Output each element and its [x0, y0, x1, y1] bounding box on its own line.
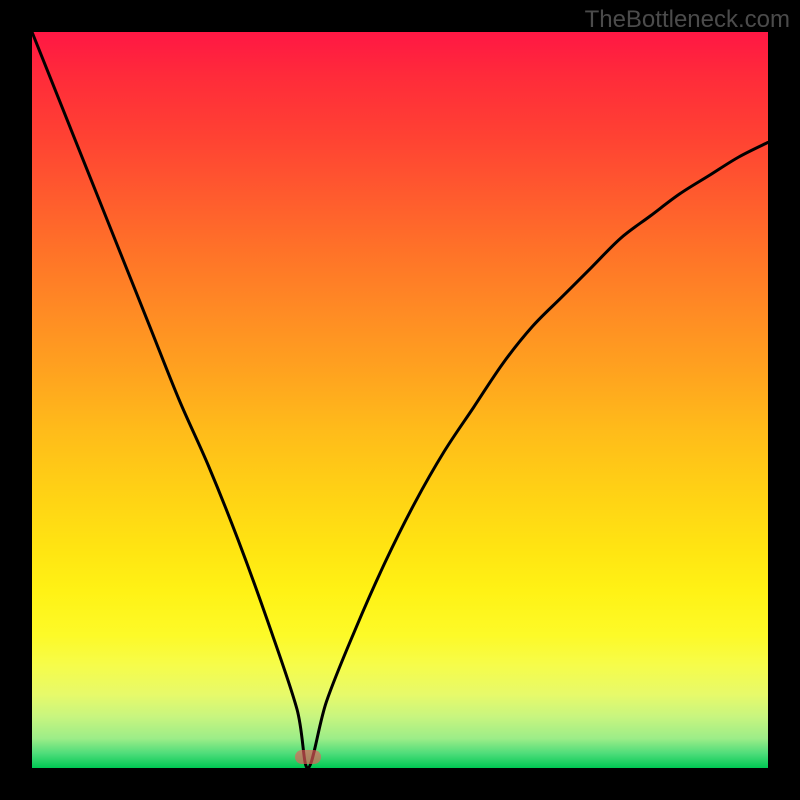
bottleneck-curve [32, 32, 768, 768]
chart-frame: TheBottleneck.com [0, 0, 800, 800]
watermark-text: TheBottleneck.com [585, 6, 790, 34]
plot-area [32, 32, 768, 768]
minimum-marker [295, 750, 321, 764]
